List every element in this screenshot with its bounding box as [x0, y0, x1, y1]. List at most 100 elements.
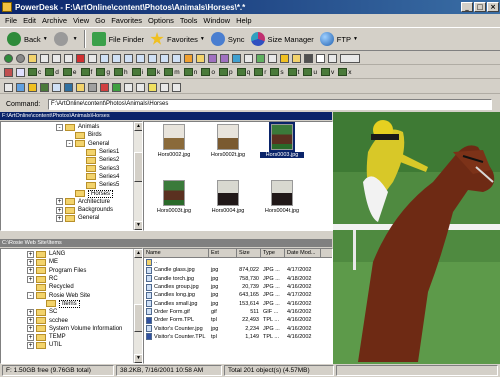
- thumbnail-view-icon[interactable]: [148, 53, 157, 63]
- tree-item[interactable]: + Architecture: [1, 198, 134, 206]
- printer-icon[interactable]: [4, 82, 13, 92]
- drive-q[interactable]: q: [236, 68, 250, 76]
- tree-item[interactable]: Birds: [1, 131, 134, 139]
- file-finder-button[interactable]: File Finder: [89, 29, 147, 49]
- network-icon[interactable]: [256, 53, 265, 63]
- column-size[interactable]: Size: [237, 249, 261, 258]
- tree-item[interactable]: Series5: [1, 181, 134, 189]
- documents-icon[interactable]: [76, 82, 85, 92]
- expand-icon[interactable]: +: [27, 308, 34, 316]
- maximize-button[interactable]: □: [474, 2, 486, 12]
- tree-scrollbar[interactable]: ▲ ▼: [133, 122, 142, 230]
- filter-icon[interactable]: [304, 53, 313, 63]
- scroll-down-icon[interactable]: ▼: [134, 354, 142, 363]
- tag-icon[interactable]: [4, 67, 13, 77]
- tree-item[interactable]: Series2: [1, 156, 134, 164]
- sync-button[interactable]: Sync: [208, 29, 248, 49]
- menu-tools[interactable]: Tools: [177, 16, 201, 25]
- expand-icon[interactable]: +: [56, 214, 63, 222]
- tree-item[interactable]: + RC: [1, 275, 134, 283]
- table-row[interactable]: ..: [144, 258, 332, 266]
- tree-item[interactable]: Series1: [1, 148, 134, 156]
- size-manager-button[interactable]: Size Manager: [248, 29, 317, 49]
- column-type[interactable]: Type: [261, 249, 285, 258]
- compare-icon[interactable]: [244, 53, 253, 63]
- expand-icon[interactable]: +: [27, 258, 34, 266]
- expand-icon[interactable]: +: [56, 198, 63, 206]
- settings-icon[interactable]: [280, 53, 289, 63]
- tree-item[interactable]: + Backgrounds: [1, 206, 134, 214]
- desktop-icon[interactable]: [64, 82, 73, 92]
- drive-v[interactable]: v: [321, 68, 334, 76]
- menu-options[interactable]: Options: [145, 16, 177, 25]
- tree-item-selected[interactable]: Items: [1, 299, 134, 308]
- table-row[interactable]: Candle glass.jpg jpg 874,022 JPG ... 4/17/20…: [144, 266, 332, 274]
- menu-file[interactable]: File: [2, 16, 20, 25]
- scrollbar-thumb[interactable]: [134, 152, 142, 182]
- drive-n[interactable]: n: [183, 68, 197, 76]
- column-date[interactable]: Date Mod...: [285, 249, 321, 258]
- close-button[interactable]: ×: [487, 2, 499, 12]
- tree-item[interactable]: + General: [1, 214, 134, 222]
- image-viewer-icon[interactable]: [232, 53, 241, 63]
- scrollbar-thumb[interactable]: [134, 304, 142, 332]
- thumbnail-item-selected[interactable]: Hors0003.jpg: [260, 122, 304, 158]
- table-row[interactable]: Order Form.TPL tpl 22,493 TPL ... 4/16/2002: [144, 316, 332, 324]
- table-row[interactable]: Candle torch.jpg jpg 758,730 JPG ... 4/18/20…: [144, 275, 332, 283]
- forward-small-icon[interactable]: [16, 53, 25, 63]
- collapse-icon[interactable]: -: [66, 140, 73, 148]
- thumbnail-item[interactable]: Hors0004.jpg: [206, 180, 250, 214]
- expand-icon[interactable]: +: [27, 333, 34, 341]
- chevron-down-icon[interactable]: ▼: [353, 36, 358, 42]
- help-icon[interactable]: [148, 82, 157, 92]
- drive-e[interactable]: e: [62, 68, 77, 76]
- zip-icon[interactable]: [208, 53, 217, 63]
- drive-g[interactable]: g: [96, 68, 110, 76]
- column-name[interactable]: Name: [144, 249, 209, 258]
- expand-icon[interactable]: +: [27, 250, 34, 258]
- drive-k[interactable]: k: [147, 68, 160, 76]
- tree-item[interactable]: - Animals: [1, 123, 134, 131]
- expand-icon[interactable]: +: [27, 325, 34, 333]
- folder-sync-icon[interactable]: [292, 53, 301, 63]
- drive-d[interactable]: d: [45, 68, 59, 76]
- my-computer-icon[interactable]: [52, 82, 61, 92]
- table-row[interactable]: Order Form.gif gif 511 GIF ... 4/16/2002: [144, 308, 332, 316]
- menu-view[interactable]: View: [70, 16, 92, 25]
- thumbnail-item[interactable]: Hors0004t.jpg: [260, 180, 304, 214]
- list-view-icon[interactable]: [124, 53, 133, 63]
- forward-button[interactable]: ▼: [51, 29, 81, 49]
- back-small-icon[interactable]: [4, 53, 13, 63]
- tree-item[interactable]: + scchee: [1, 316, 134, 325]
- tree-item[interactable]: + System Volume Information: [1, 325, 134, 333]
- scroll-up-icon[interactable]: ▲: [134, 122, 142, 131]
- font-icon[interactable]: [316, 53, 325, 63]
- scroll-down-icon[interactable]: ▼: [134, 221, 142, 230]
- tree-view-icon[interactable]: [172, 53, 181, 63]
- expand-icon[interactable]: +: [27, 317, 34, 325]
- drive-h[interactable]: h: [113, 68, 128, 76]
- large-icons-view-icon[interactable]: [100, 53, 109, 63]
- split-view-icon[interactable]: [160, 53, 169, 63]
- menu-archive[interactable]: Archive: [39, 16, 70, 25]
- thumbnail-item[interactable]: Hors0002.jpg: [152, 124, 196, 158]
- menu-help[interactable]: Help: [233, 16, 254, 25]
- chevron-down-icon[interactable]: ▼: [43, 36, 48, 42]
- tree-item[interactable]: + ME: [1, 258, 134, 266]
- drive-c[interactable]: c: [28, 68, 41, 76]
- tree-item-selected[interactable]: Horses: [1, 189, 134, 198]
- run-icon[interactable]: [100, 82, 109, 92]
- thumbnail-item[interactable]: Hors0002t.jpg: [206, 124, 250, 158]
- column-ext[interactable]: Ext: [209, 249, 237, 258]
- drive-f[interactable]: f: [80, 68, 92, 76]
- tree-item[interactable]: + SC: [1, 308, 134, 316]
- tree-item[interactable]: Series3: [1, 164, 134, 173]
- tree-item[interactable]: + TEMP: [1, 333, 134, 341]
- windows-icon[interactable]: [112, 82, 121, 92]
- chevron-down-icon[interactable]: ▼: [73, 36, 78, 42]
- drive-m[interactable]: m: [164, 68, 180, 76]
- tree-item[interactable]: - General: [1, 140, 134, 148]
- tree-item[interactable]: Series4: [1, 173, 134, 181]
- tools-icon[interactable]: [268, 53, 277, 63]
- minimize-button[interactable]: _: [461, 2, 473, 12]
